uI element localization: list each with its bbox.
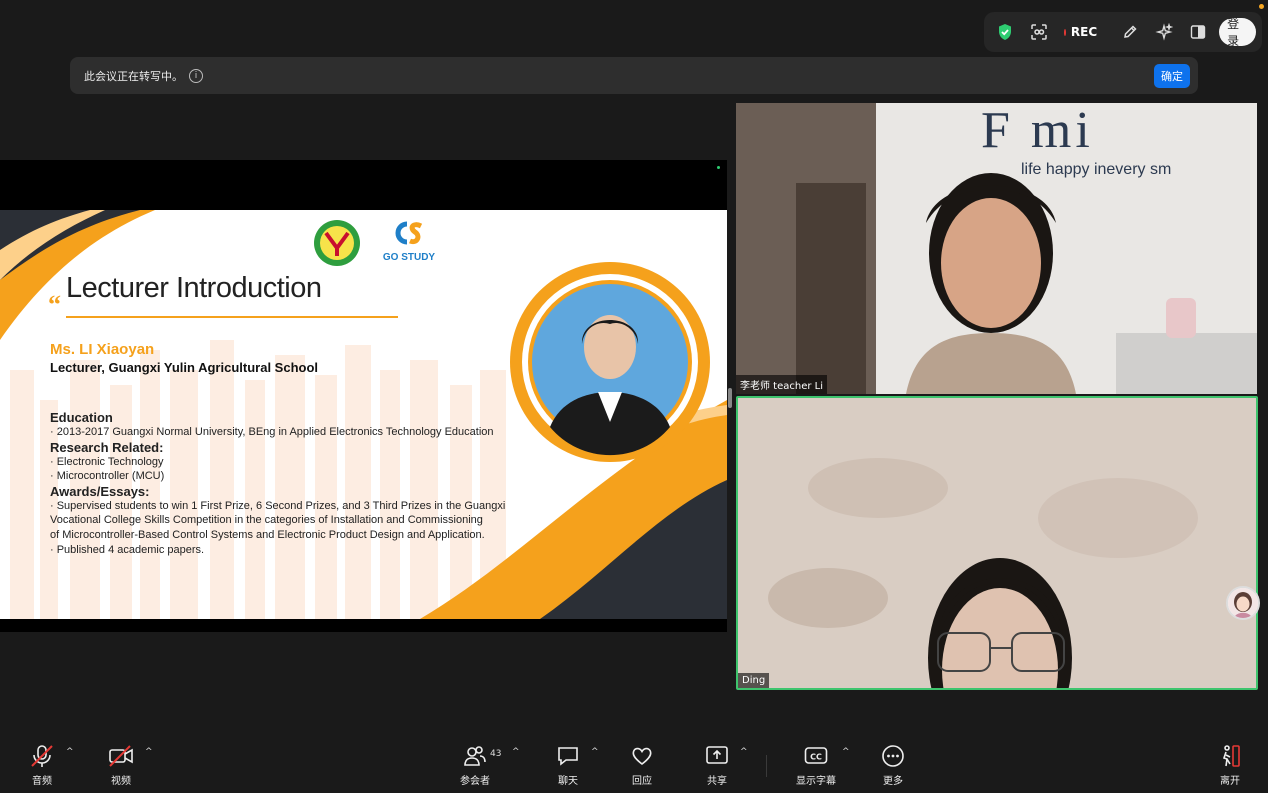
section-item: · Supervised students to win 1 First Pri… [50, 499, 506, 512]
camera-off-icon [109, 745, 133, 767]
more-dots-icon [882, 745, 904, 767]
video-feed-ding [738, 398, 1256, 688]
react-label: 回应 [632, 776, 652, 787]
section-heading: Education [50, 410, 113, 425]
mic-muted-icon [31, 745, 53, 767]
confirm-button[interactable]: 确定 [1154, 63, 1190, 88]
go-study-logo-text: GO STUDY [382, 252, 436, 263]
cc-text: CC [810, 753, 822, 762]
pencil-icon [1124, 25, 1137, 38]
wall-text-small: life happy inevery sm [1021, 161, 1172, 178]
chat-options-caret[interactable]: ^ [591, 747, 599, 757]
leave-button[interactable]: 离开 [1218, 743, 1242, 787]
share-label: 共享 [707, 776, 727, 787]
section-item: · Published 4 academic papers. [50, 543, 205, 556]
security-shield-button[interactable] [990, 17, 1020, 47]
share-button[interactable]: 共享 [705, 743, 729, 787]
quote-mark: “ [48, 290, 61, 319]
bottom-toolbar: 音频 ^ 视频 ^ 参会者 43 ^ 聊天 ^ 回应 共享 ^ CC 显示字幕 … [0, 735, 1268, 793]
video-button[interactable]: 视频 [108, 743, 134, 787]
participants-label: 参会者 [460, 776, 490, 787]
participants-icon [464, 746, 486, 766]
leave-icon [1222, 745, 1240, 767]
title-underline [66, 316, 398, 318]
ai-companion-button[interactable] [1149, 17, 1179, 47]
school-logo [312, 218, 362, 272]
captions-label: 显示字幕 [796, 776, 836, 787]
captions-button[interactable]: CC 显示字幕 [796, 743, 836, 787]
transcription-banner: 此会议正在转写中。 i 确定 [70, 57, 1198, 94]
more-button[interactable]: 更多 [881, 743, 905, 787]
audio-label: 音频 [32, 776, 52, 787]
avatar-icon [1228, 588, 1258, 618]
section-item: · Microcontroller (MCU) [50, 470, 165, 483]
audio-button[interactable]: 音频 [29, 743, 55, 787]
leave-label: 离开 [1220, 776, 1240, 787]
rec-label: REC [1070, 25, 1098, 39]
participants-options-caret[interactable]: ^ [512, 747, 520, 757]
lecturer-portrait [510, 262, 710, 466]
scan-button[interactable] [1024, 17, 1054, 47]
section-item: · 2013-2017 Guangxi Normal University, B… [50, 426, 494, 438]
share-screen-icon [706, 746, 728, 764]
presentation-slide: GO STUDY “ Lecturer Introduction Ms. LI … [0, 210, 727, 619]
wall-text-large: F mi [981, 103, 1094, 159]
slide-title: Lecturer Introduction [66, 272, 322, 304]
chat-label: 聊天 [558, 776, 578, 787]
section-heading: Awards/Essays: [50, 483, 150, 499]
captions-options-caret[interactable]: ^ [842, 747, 850, 757]
share-options-caret[interactable]: ^ [740, 747, 748, 757]
closed-captions-icon: CC [804, 747, 828, 764]
section-item: · Electronic Technology [50, 455, 164, 468]
participant-name-tag: Ding [738, 673, 770, 688]
record-dot-icon [1064, 28, 1066, 36]
lecturer-details: Education · 2013-2017 Guangxi Normal Uni… [50, 410, 570, 557]
banner-text: 此会议正在转写中。 [84, 69, 183, 83]
section-item: Vocational College Skills Competition in… [50, 514, 483, 527]
shared-screen: GO STUDY “ Lecturer Introduction Ms. LI … [0, 160, 727, 632]
audio-options-caret[interactable]: ^ [66, 747, 74, 757]
floating-avatar[interactable] [1226, 586, 1260, 620]
section-item: of Microcontroller-Based Control Systems… [50, 528, 485, 541]
heart-icon [632, 747, 652, 766]
share-indicator-dot [717, 166, 720, 169]
sparkle-icon [1155, 23, 1174, 41]
scan-icon [1031, 24, 1047, 40]
top-toolbar: REC 登录 [984, 12, 1262, 52]
layout-button[interactable] [1183, 17, 1213, 47]
lecturer-role: Lecturer, Guangxi Yulin Agricultural Sch… [50, 360, 318, 375]
participants-button[interactable]: 参会者 [460, 743, 490, 787]
more-label: 更多 [883, 776, 903, 787]
lecturer-name: Ms. LI Xiaoyan [50, 341, 155, 358]
annotate-button[interactable] [1115, 17, 1145, 47]
video-tile-ding[interactable]: Ding [736, 396, 1258, 690]
recording-indicator[interactable]: REC [1058, 17, 1103, 47]
participant-name-tag: 李老师 teacher Li [736, 375, 828, 394]
toolbar-divider [766, 755, 767, 777]
section-heading: Research Related: [50, 439, 164, 455]
chat-bubble-icon [558, 747, 578, 766]
meeting-window: REC 登录 此会议正在转写中。 i 确定 GO STUDY “ Lecture… [0, 0, 1268, 793]
video-options-caret[interactable]: ^ [145, 747, 153, 757]
go-study-logo: GO STUDY [374, 220, 444, 263]
notification-dot [1259, 4, 1264, 9]
info-icon[interactable]: i [189, 68, 203, 83]
panel-layout-icon [1190, 25, 1206, 39]
chat-button[interactable]: 聊天 [556, 743, 580, 787]
react-button[interactable]: 回应 [630, 743, 654, 787]
login-button[interactable]: 登录 [1219, 17, 1256, 48]
video-label: 视频 [111, 776, 131, 787]
video-tile-teacher-li[interactable]: F mi life happy inevery sm 李老师 teacher L… [736, 103, 1257, 394]
panel-resize-handle[interactable] [728, 388, 732, 408]
shield-check-icon [999, 24, 1011, 40]
participants-count: 43 [490, 749, 502, 759]
